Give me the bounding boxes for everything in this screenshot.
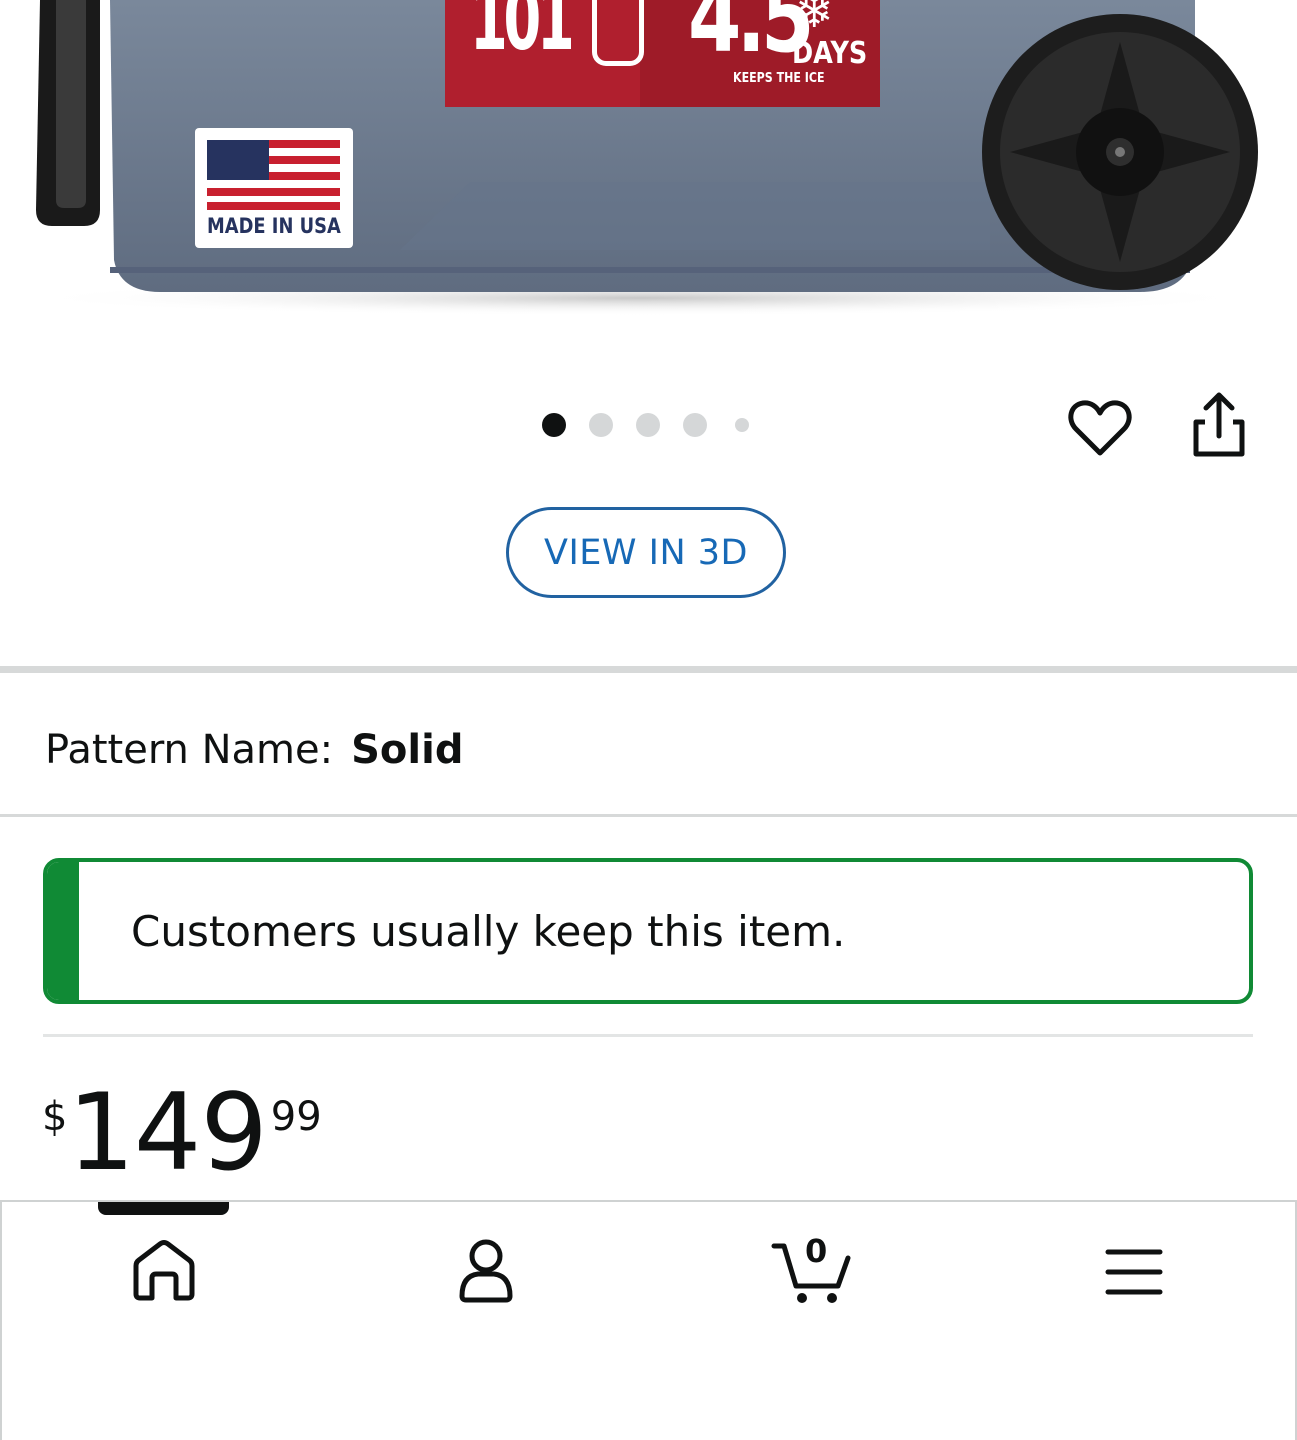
carousel-dot[interactable] bbox=[735, 418, 749, 432]
section-divider bbox=[0, 666, 1297, 673]
badge-side-number: 101 bbox=[470, 0, 575, 70]
badge-caption: KEEPS THE ICE bbox=[733, 71, 825, 86]
carousel-dot[interactable] bbox=[542, 413, 566, 437]
divider bbox=[43, 1034, 1253, 1037]
share-icon bbox=[1193, 392, 1245, 457]
price-fraction: 99 bbox=[270, 1094, 322, 1140]
nav-account[interactable] bbox=[446, 1232, 526, 1312]
pattern-value: Solid bbox=[351, 727, 464, 773]
nav-home[interactable] bbox=[124, 1232, 204, 1312]
price: $ 149 99 bbox=[42, 1080, 322, 1190]
account-icon bbox=[459, 1239, 513, 1303]
product-image[interactable]: 101 4.5 ❄ DAYS KEEPS THE ICE MADE IN USA bbox=[0, 0, 1297, 330]
nav-cart[interactable]: 0 bbox=[770, 1232, 854, 1312]
home-icon bbox=[133, 1240, 195, 1301]
made-in-usa-label: MADE IN USA bbox=[207, 214, 341, 238]
nav-active-indicator bbox=[98, 1202, 229, 1215]
wheel-icon bbox=[982, 14, 1258, 290]
carousel-dot[interactable] bbox=[589, 413, 613, 437]
wishlist-button[interactable] bbox=[1066, 395, 1134, 463]
return-notice-text: Customers usually keep this item. bbox=[131, 906, 846, 956]
pattern-row: Pattern Name: Solid bbox=[45, 720, 463, 780]
cart-count-badge: 0 bbox=[805, 1232, 828, 1270]
return-notice-box: Customers usually keep this item. bbox=[43, 858, 1253, 1004]
nav-menu[interactable] bbox=[1094, 1232, 1174, 1312]
price-symbol: $ bbox=[42, 1094, 68, 1140]
carousel-dot[interactable] bbox=[683, 413, 707, 437]
menu-icon bbox=[1105, 1249, 1163, 1295]
price-whole: 149 bbox=[67, 1071, 267, 1194]
carousel-dots[interactable] bbox=[530, 410, 770, 440]
pattern-label: Pattern Name: bbox=[45, 727, 334, 773]
divider bbox=[0, 814, 1297, 817]
view-in-3d-button[interactable]: VIEW IN 3D bbox=[506, 507, 786, 598]
cup-icon bbox=[592, 0, 644, 66]
made-in-usa-sticker: MADE IN USA bbox=[195, 128, 353, 248]
view-in-3d-label: VIEW IN 3D bbox=[544, 532, 748, 573]
heart-outline-icon bbox=[1068, 400, 1132, 456]
notice-accent-bar bbox=[47, 862, 79, 1000]
snowflake-icon: ❄ bbox=[795, 0, 834, 38]
share-button[interactable] bbox=[1184, 390, 1254, 462]
badge-days: DAYS bbox=[792, 36, 868, 71]
carousel-dot[interactable] bbox=[636, 413, 660, 437]
